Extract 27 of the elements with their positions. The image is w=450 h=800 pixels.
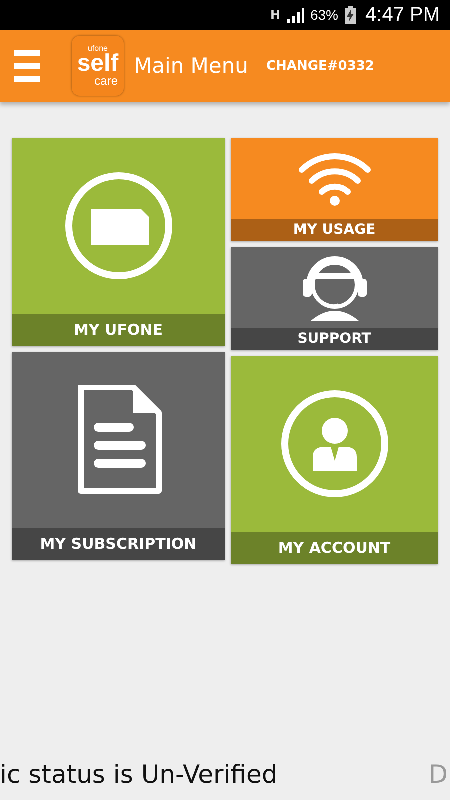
menu-tile[interactable]: MY USAGE	[231, 138, 438, 241]
tile-label: MY USAGE	[231, 219, 438, 241]
sim-card-icon	[64, 171, 174, 281]
tile-label: MY ACCOUNT	[231, 532, 438, 564]
logo-brand-text: ufone	[88, 45, 108, 53]
clock: 4:47 PM	[366, 4, 440, 26]
network-type: H	[270, 8, 280, 22]
menu-tile[interactable]: MY ACCOUNT	[231, 356, 438, 564]
change-number-button[interactable]: CHANGE#0332	[266, 58, 374, 74]
menu-button[interactable]	[14, 49, 40, 83]
status-message: ic status is Un-Verified	[0, 760, 278, 788]
menu-icon	[14, 49, 40, 83]
menu-tile[interactable]: SUPPORT	[231, 247, 438, 350]
status-message: D	[428, 760, 449, 788]
document-icon	[76, 385, 162, 495]
menu-tile[interactable]: MY UFONE	[12, 138, 225, 346]
battery-level: 63%	[310, 7, 339, 23]
logo-care-text: care	[94, 75, 118, 87]
person-icon	[280, 389, 390, 499]
battery-icon	[344, 6, 356, 24]
screen-title: Main Menu	[134, 54, 248, 78]
menu-tile[interactable]: MY SUBSCRIPTION	[12, 352, 225, 560]
logo-self-text: self	[77, 53, 119, 75]
tile-label: SUPPORT	[231, 328, 438, 350]
tile-label: MY SUBSCRIPTION	[12, 528, 225, 560]
signal-icon	[286, 7, 304, 23]
tile-label: MY UFONE	[12, 314, 225, 346]
